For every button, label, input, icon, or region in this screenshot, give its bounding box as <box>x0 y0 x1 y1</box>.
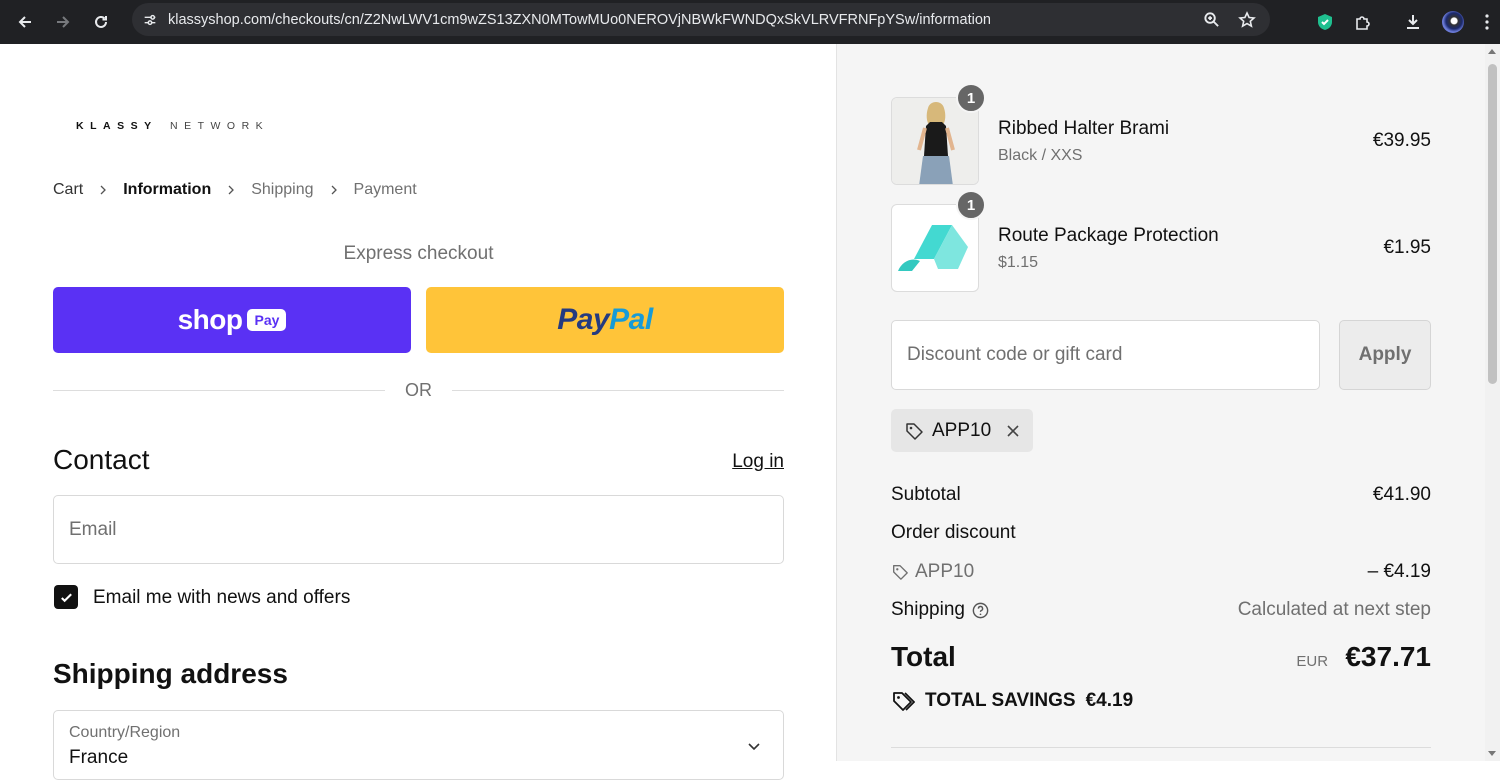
savings-value: €4.19 <box>1085 690 1134 711</box>
shop-pay-wordmark: shop <box>177 304 243 335</box>
chevron-right-icon <box>226 185 236 195</box>
remove-discount-button[interactable] <box>1005 423 1021 439</box>
order-summary: 1 Ribbed Halter Brami Black / XXS €39.95… <box>836 44 1500 761</box>
newsletter-label[interactable]: Email me with news and offers <box>93 587 350 609</box>
order-discount-label: Order discount <box>891 522 1016 543</box>
download-icon[interactable] <box>1404 13 1422 31</box>
savings-label: TOTAL SAVINGS <box>925 690 1076 711</box>
extension-shield-icon[interactable] <box>1316 13 1334 31</box>
newsletter-checkbox[interactable] <box>54 585 78 609</box>
currency-code: EUR <box>1296 653 1329 670</box>
breadcrumb: Cart Information Shipping Payment <box>53 181 417 199</box>
browser-toolbar: klassyshop.com/checkouts/cn/Z2NwLWV1cm9w… <box>0 0 1500 44</box>
item-price: €1.95 <box>1383 237 1431 258</box>
item-variant: Black / XXS <box>998 147 1083 164</box>
close-icon <box>1007 424 1019 437</box>
shop-pay-button[interactable]: shop Pay <box>53 287 411 353</box>
help-circle-icon[interactable] <box>971 601 990 620</box>
arrow-left-icon <box>18 16 31 28</box>
contact-heading: Contact <box>53 444 150 475</box>
extensions-puzzle-icon[interactable] <box>1354 13 1372 31</box>
discount-value: – €4.19 <box>1367 561 1431 582</box>
breadcrumb-payment: Payment <box>353 181 417 198</box>
shipping-label: Shipping <box>891 599 965 620</box>
or-text: OR <box>405 379 432 400</box>
subtotal-value: €41.90 <box>1372 484 1431 505</box>
breadcrumb-information: Information <box>123 181 212 198</box>
discount-code-row: APP10 – €4.19 <box>891 561 1431 583</box>
total-value: €37.71 <box>1345 641 1431 672</box>
scroll-thumb[interactable] <box>1488 64 1497 384</box>
total-savings: TOTAL SAVINGS €4.19 <box>891 689 1133 713</box>
country-label: Country/Region <box>69 724 181 741</box>
chevron-right-icon <box>98 185 108 195</box>
shipping-row: Shipping Calculated at next step <box>891 599 1431 621</box>
total-row: Total EUR €37.71 <box>891 641 1431 673</box>
store-logo[interactable]: KLASSY NETWORK <box>76 120 269 132</box>
country-select[interactable]: Country/Region France <box>53 710 784 780</box>
scrollbar[interactable] <box>1485 44 1500 761</box>
express-checkout-label: Express checkout <box>343 243 494 264</box>
quantity-badge: 1 <box>956 190 986 220</box>
item-price: €39.95 <box>1372 130 1431 151</box>
item-variant: $1.15 <box>998 254 1039 271</box>
subtotal-label: Subtotal <box>891 484 961 505</box>
country-value: France <box>69 747 129 768</box>
tags-icon <box>893 692 915 711</box>
item-name: Route Package Protection <box>998 225 1219 246</box>
address-bar[interactable]: klassyshop.com/checkouts/cn/Z2NwLWV1cm9w… <box>132 3 1270 36</box>
discount-code-label: APP10 <box>915 561 975 582</box>
checkmark-icon <box>60 592 72 602</box>
reload-button[interactable] <box>82 0 120 44</box>
email-field[interactable] <box>53 495 784 564</box>
order-discount-row: Order discount <box>891 522 1431 544</box>
forward-button[interactable] <box>44 0 82 44</box>
more-vertical-icon[interactable] <box>1484 13 1490 31</box>
quantity-badge: 1 <box>956 83 986 113</box>
tag-icon <box>906 422 923 440</box>
shipping-address-heading: Shipping address <box>53 658 288 689</box>
back-button[interactable] <box>6 0 44 44</box>
paypal-button[interactable]: PayPal <box>426 287 784 353</box>
site-info-icon[interactable] <box>132 12 168 28</box>
discount-code-input[interactable] <box>891 320 1320 390</box>
divider-line <box>452 389 784 391</box>
shop-pay-pill: Pay <box>247 309 287 331</box>
applied-code: APP10 <box>932 419 992 441</box>
total-label: Total <box>891 641 956 672</box>
tag-icon <box>893 565 908 580</box>
chevron-down-icon <box>748 743 760 751</box>
subtotal-row: Subtotal €41.90 <box>891 484 1431 506</box>
cart-item: 1 Route Package Protection $1.15 €1.95 <box>891 190 1431 292</box>
paypal-wordmark: PayPal <box>557 303 653 336</box>
logo-light: NETWORK <box>170 120 270 132</box>
apply-discount-button[interactable]: Apply <box>1339 320 1431 390</box>
breadcrumb-cart[interactable]: Cart <box>53 181 83 199</box>
item-name: Ribbed Halter Brami <box>998 118 1170 139</box>
divider-line <box>53 389 385 391</box>
applied-discount-chip: APP10 <box>891 409 1033 452</box>
or-divider: OR <box>53 380 784 400</box>
shipping-value: Calculated at next step <box>1237 599 1431 620</box>
summary-divider <box>891 747 1431 748</box>
bookmark-star-icon[interactable] <box>1238 10 1256 29</box>
url-text: klassyshop.com/checkouts/cn/Z2NwLWV1cm9w… <box>168 11 991 28</box>
profile-avatar[interactable] <box>1442 11 1464 33</box>
chevron-right-icon <box>329 185 339 195</box>
breadcrumb-shipping: Shipping <box>251 181 314 198</box>
scroll-up-icon[interactable] <box>1488 49 1496 54</box>
checkout-main: KLASSY NETWORK Cart Information Shipping… <box>0 44 836 780</box>
zoom-icon[interactable] <box>1203 11 1220 28</box>
arrow-right-icon <box>57 16 70 28</box>
logo-bold: KLASSY <box>76 120 158 132</box>
cart-item: 1 Ribbed Halter Brami Black / XXS €39.95 <box>891 83 1431 185</box>
reload-icon <box>95 15 107 28</box>
login-link[interactable]: Log in <box>732 451 784 473</box>
scroll-down-icon[interactable] <box>1488 751 1496 756</box>
